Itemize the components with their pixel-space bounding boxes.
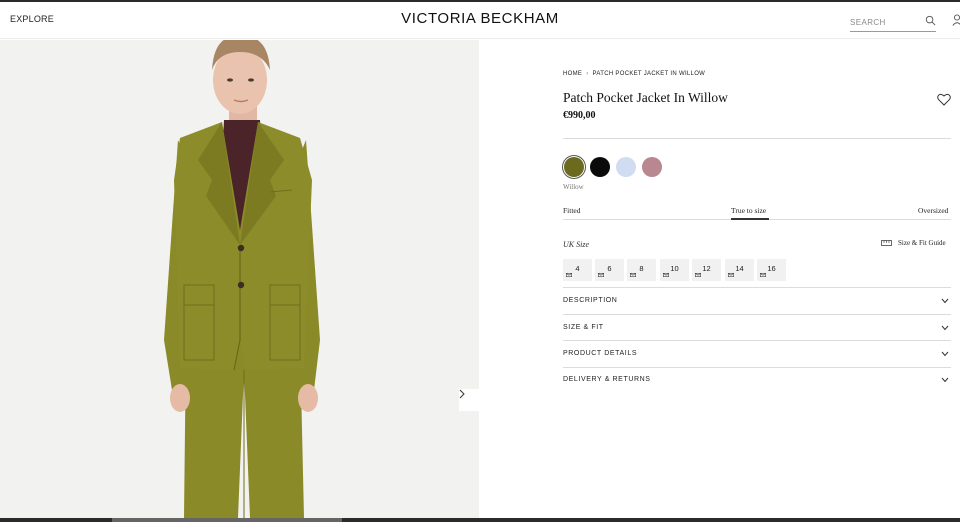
chevron-down-icon <box>941 351 949 357</box>
size-value: 8 <box>639 264 644 273</box>
selected-color-name: Willow <box>563 183 584 191</box>
brand-logo[interactable]: VICTORIA BECKHAM <box>0 10 960 27</box>
search-input[interactable] <box>850 13 920 32</box>
scrollbar-thumb[interactable] <box>112 518 342 522</box>
gallery-scrollbar[interactable] <box>0 518 960 522</box>
model-photo <box>0 40 479 518</box>
accordion-product-details[interactable]: PRODUCT DETAILS <box>563 341 951 367</box>
notify-envelope-icon <box>695 273 701 277</box>
size-value: 16 <box>767 264 776 273</box>
search-icon[interactable] <box>925 15 936 26</box>
breadcrumb-current[interactable]: PATCH POCKET JACKET IN WILLOW <box>593 71 706 77</box>
heart-icon[interactable] <box>937 93 951 106</box>
fit-oversized: Oversized <box>918 206 949 215</box>
site-header: EXPLORE VICTORIA BECKHAM <box>0 2 960 39</box>
size-value: 4 <box>575 264 580 273</box>
next-image-button[interactable] <box>459 389 479 411</box>
chevron-down-icon <box>941 298 949 304</box>
accordion-description[interactable]: DESCRIPTION <box>563 288 951 314</box>
size-guide-label: Size & Fit Guide <box>898 239 946 247</box>
account-icon[interactable] <box>952 14 960 26</box>
chevron-down-icon <box>941 377 949 383</box>
chevron-down-icon <box>941 325 949 331</box>
size-guide-link[interactable]: Size & Fit Guide <box>881 239 946 247</box>
notify-envelope-icon <box>663 273 669 277</box>
fit-true-to-size: True to size <box>731 206 767 215</box>
notify-envelope-icon <box>598 273 604 277</box>
notify-envelope-icon <box>630 273 636 277</box>
breadcrumb-separator: › <box>586 71 589 77</box>
accordion-delivery-returns[interactable]: DELIVERY & RETURNS <box>563 367 951 393</box>
product-title: Patch Pocket Jacket In Willow <box>563 90 728 105</box>
fit-indicator <box>731 218 769 220</box>
size-option-4[interactable]: 4 <box>563 259 592 281</box>
accordion-label: DELIVERY & RETURNS <box>563 376 651 383</box>
size-value: 6 <box>607 264 612 273</box>
size-option-12[interactable]: 12 <box>692 259 721 281</box>
size-option-10[interactable]: 10 <box>660 259 689 281</box>
chevron-right-icon <box>459 389 465 399</box>
size-value: 14 <box>735 264 744 273</box>
notify-envelope-icon <box>728 273 734 277</box>
accordion-size-fit[interactable]: SIZE & FIT <box>563 315 951 341</box>
divider <box>563 138 951 139</box>
fit-fitted: Fitted <box>563 206 581 215</box>
color-swatch-light-blue[interactable] <box>616 157 636 177</box>
product-price: €990,00 <box>563 110 596 121</box>
product-image <box>0 40 479 518</box>
accordion-label: SIZE & FIT <box>563 324 604 331</box>
size-option-14[interactable]: 14 <box>725 259 754 281</box>
color-swatch-willow[interactable] <box>564 157 584 177</box>
accordion-label: DESCRIPTION <box>563 297 618 304</box>
color-swatch-rose[interactable] <box>642 157 662 177</box>
breadcrumb: HOME › PATCH POCKET JACKET IN WILLOW <box>563 71 705 77</box>
accordion-label: PRODUCT DETAILS <box>563 350 638 357</box>
size-value: 12 <box>702 264 711 273</box>
size-option-6[interactable]: 6 <box>595 259 624 281</box>
search-bar <box>850 12 936 32</box>
ruler-icon <box>881 240 892 246</box>
size-value: 10 <box>670 264 679 273</box>
size-label: UK Size <box>563 240 589 249</box>
breadcrumb-home[interactable]: HOME <box>563 71 582 77</box>
size-option-16[interactable]: 16 <box>757 259 786 281</box>
color-swatch-black[interactable] <box>590 157 610 177</box>
notify-envelope-icon <box>566 273 572 277</box>
notify-envelope-icon <box>760 273 766 277</box>
size-option-8[interactable]: 8 <box>627 259 656 281</box>
